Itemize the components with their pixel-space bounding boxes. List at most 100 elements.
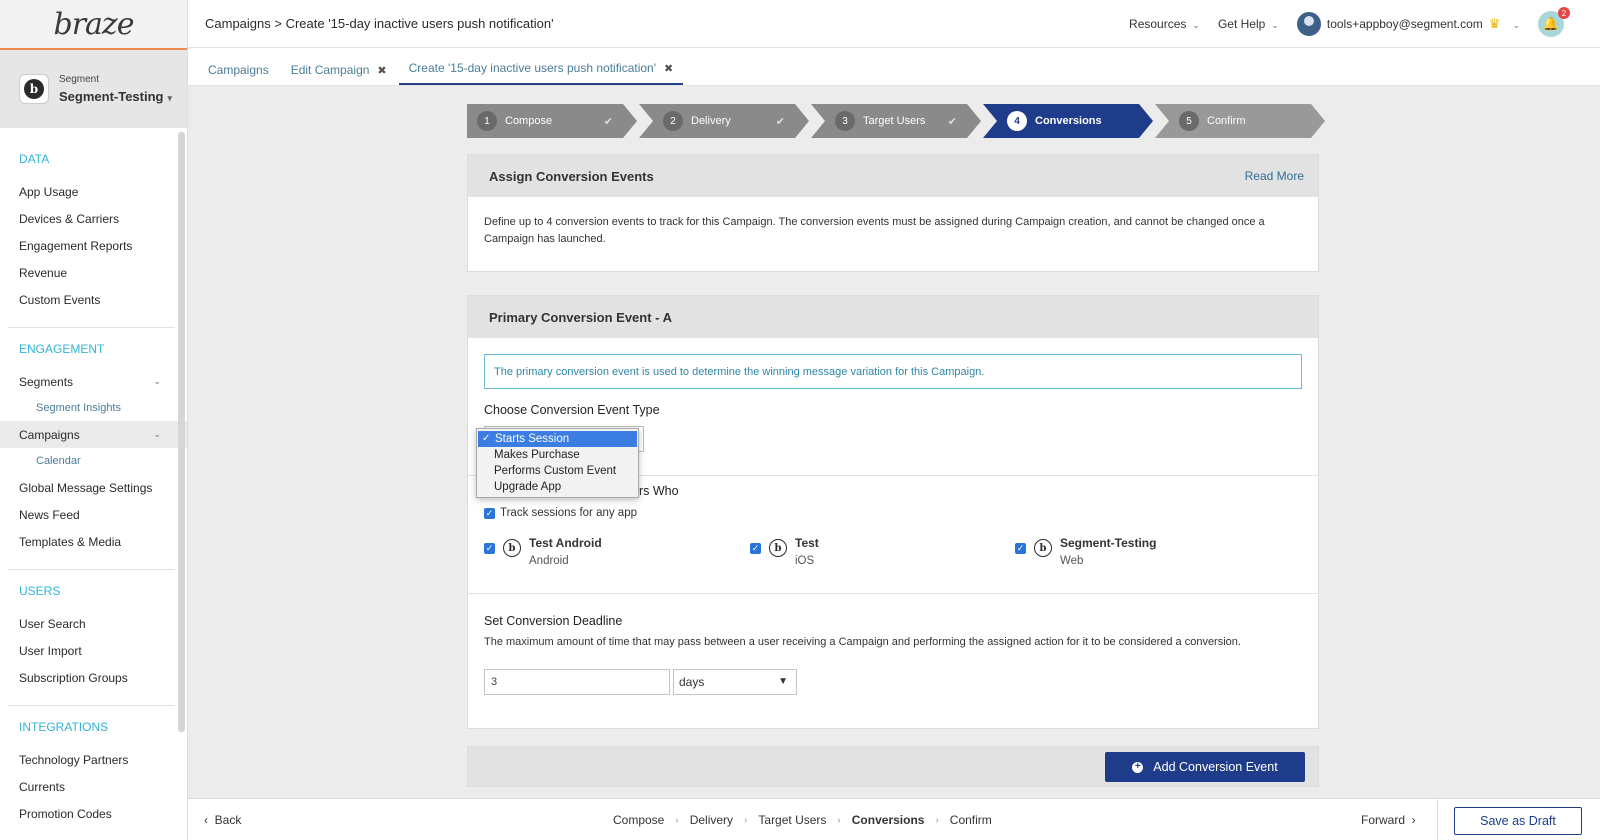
option-starts-session[interactable]: Starts Session: [478, 431, 637, 447]
divider: [8, 705, 175, 706]
nav-heading-integrations: INTEGRATIONS: [19, 720, 109, 734]
footer-step-delivery[interactable]: Delivery: [690, 813, 733, 827]
close-icon[interactable]: ✖: [377, 64, 386, 77]
chevron-right-icon: ›: [744, 814, 748, 826]
sidebar-nav: DATA App Usage Devices & Carriers Engage…: [0, 128, 187, 827]
track-any-app-checkbox[interactable]: ✓ Track sessions for any app: [484, 507, 637, 519]
step-target-users[interactable]: 3 Target Users ✔: [811, 104, 981, 138]
divider: [1437, 799, 1438, 840]
sidebar-item-app-usage[interactable]: App Usage: [0, 178, 187, 205]
divider: [8, 327, 175, 328]
page-tabs: Campaigns Edit Campaign ✖ Create '15-day …: [188, 48, 1600, 86]
chevron-down-icon: ⌄: [153, 429, 161, 439]
app-test-android[interactable]: ✓ b Test Android Android: [484, 536, 602, 567]
sidebar-item-custom-events[interactable]: Custom Events: [0, 286, 187, 313]
sidebar-item-engagement-reports[interactable]: Engagement Reports: [0, 232, 187, 259]
chevron-down-icon: ▾: [167, 93, 173, 103]
checkbox-checked-icon[interactable]: ✓: [1015, 543, 1026, 554]
top-bar: Campaigns > Create '15-day inactive user…: [188, 0, 1600, 48]
check-icon: ✔: [775, 115, 785, 128]
sidebar-item-news-feed[interactable]: News Feed: [0, 501, 187, 528]
section-title: Assign Conversion Events: [489, 168, 654, 184]
braze-app-icon: b: [1034, 539, 1052, 557]
add-conversion-event-button[interactable]: + Add Conversion Event: [1105, 752, 1305, 782]
tab-create-campaign[interactable]: Create '15-day inactive users push notif…: [398, 61, 684, 85]
back-button[interactable]: ‹ Back: [204, 813, 241, 827]
sidebar-item-technology-partners[interactable]: Technology Partners: [0, 746, 187, 773]
sidebar-item-segment-insights[interactable]: Segment Insights: [0, 395, 187, 421]
workspace-label: Segment: [59, 74, 100, 85]
get-help-menu[interactable]: Get Help ⌄: [1218, 17, 1279, 31]
nav-heading-users: USERS: [19, 584, 61, 598]
event-type-dropdown[interactable]: Starts Session Makes Purchase Performs C…: [476, 428, 639, 498]
chevron-right-icon: ›: [837, 814, 841, 826]
checkbox-checked-icon[interactable]: ✓: [484, 507, 495, 519]
sidebar-item-subscription-groups[interactable]: Subscription Groups: [0, 664, 187, 691]
plus-circle-icon: +: [1132, 761, 1144, 773]
forward-button[interactable]: Forward ›: [1361, 813, 1416, 827]
option-custom-event[interactable]: Performs Custom Event: [477, 463, 638, 479]
footer-step-conversions[interactable]: Conversions: [852, 813, 925, 827]
chevron-down-icon: ⌄: [1271, 20, 1279, 30]
check-icon: ✔: [947, 115, 957, 128]
footer-step-compose[interactable]: Compose: [613, 813, 664, 827]
chevron-right-icon: ›: [935, 814, 939, 826]
tab-edit-campaign[interactable]: Edit Campaign ✖: [281, 63, 397, 85]
sidebar-item-promotion-codes[interactable]: Promotion Codes: [0, 800, 187, 827]
app-test-ios[interactable]: ✓ b Test iOS: [750, 536, 819, 567]
sidebar-item-revenue[interactable]: Revenue: [0, 259, 187, 286]
step-compose[interactable]: 1 Compose ✔: [467, 104, 637, 138]
sidebar-item-global-settings[interactable]: Global Message Settings: [0, 474, 187, 501]
logo[interactable]: braze: [0, 0, 187, 50]
workspace-name: Segment-Testing ▾: [59, 89, 173, 104]
tab-campaigns[interactable]: Campaigns: [198, 63, 279, 85]
step-conversions[interactable]: 4 Conversions: [983, 104, 1153, 138]
footer-nav: ‹ Back Compose › Delivery › Target Users › …: [188, 798, 1600, 840]
option-upgrade-app[interactable]: Upgrade App: [477, 479, 638, 495]
nav-heading-data: DATA: [19, 152, 50, 166]
app-segment-testing-web[interactable]: ✓ b Segment-Testing Web: [1015, 536, 1156, 567]
divider: [468, 593, 1318, 594]
notifications-bell-icon[interactable]: 🔔 2: [1538, 7, 1570, 37]
checkbox-checked-icon[interactable]: ✓: [484, 543, 495, 554]
deadline-unit-select[interactable]: days ▼: [673, 669, 797, 695]
close-icon[interactable]: ✖: [664, 62, 673, 75]
braze-app-icon: b: [503, 539, 521, 557]
sidebar-item-currents[interactable]: Currents: [0, 773, 187, 800]
read-more-link[interactable]: Read More: [1245, 169, 1304, 183]
assign-description: Define up to 4 conversion events to trac…: [484, 216, 1265, 245]
step-confirm[interactable]: 5 Confirm: [1155, 104, 1325, 138]
nav-heading-engagement: ENGAGEMENT: [19, 342, 105, 356]
avatar: [1296, 12, 1321, 36]
chevron-right-icon: ›: [675, 814, 679, 826]
footer-step-confirm[interactable]: Confirm: [950, 813, 992, 827]
step-delivery[interactable]: 2 Delivery ✔: [639, 104, 809, 138]
workspace-switcher[interactable]: b Segment Segment-Testing ▾: [0, 50, 187, 128]
sidebar-item-templates[interactable]: Templates & Media: [0, 528, 187, 555]
main-content: 1 Compose ✔ 2 Delivery ✔ 3 Target Users ✔ 4 Con…: [188, 86, 1600, 798]
user-menu[interactable]: tools+appboy@segment.com ♛ ⌄: [1296, 12, 1520, 36]
check-icon: ✔: [603, 115, 613, 128]
chevron-down-icon: ⌄: [153, 376, 161, 386]
step-progress: 1 Compose ✔ 2 Delivery ✔ 3 Target Users ✔ 4 Con…: [467, 104, 1327, 138]
footer-step-target-users[interactable]: Target Users: [758, 813, 826, 827]
sidebar-item-campaigns[interactable]: Campaigns ⌄: [0, 421, 187, 448]
sidebar-item-user-search[interactable]: User Search: [0, 610, 187, 637]
braze-app-icon: b: [769, 539, 787, 557]
assign-conversion-header: Assign Conversion Events Read More: [468, 155, 1318, 197]
sidebar-item-segments[interactable]: Segments ⌄: [0, 368, 187, 395]
option-makes-purchase[interactable]: Makes Purchase: [477, 447, 638, 463]
sidebar-item-user-import[interactable]: User Import: [0, 637, 187, 664]
caret-down-icon: ▼: [778, 676, 788, 687]
sidebar-item-devices[interactable]: Devices & Carriers: [0, 205, 187, 232]
chevron-down-icon: ⌄: [1512, 20, 1520, 30]
deadline-description: The maximum amount of time that may pass…: [484, 636, 1241, 648]
resources-menu[interactable]: Resources ⌄: [1129, 17, 1200, 31]
crown-icon: ♛: [1488, 16, 1501, 31]
checkbox-checked-icon[interactable]: ✓: [750, 543, 761, 554]
sidebar-item-calendar[interactable]: Calendar: [0, 448, 187, 474]
save-as-draft-button[interactable]: Save as Draft: [1454, 807, 1582, 835]
deadline-value-input[interactable]: 3: [484, 669, 670, 695]
sidebar-scrollbar[interactable]: [178, 132, 185, 732]
footer-steps: Compose › Delivery › Target Users › Convers…: [613, 813, 992, 827]
